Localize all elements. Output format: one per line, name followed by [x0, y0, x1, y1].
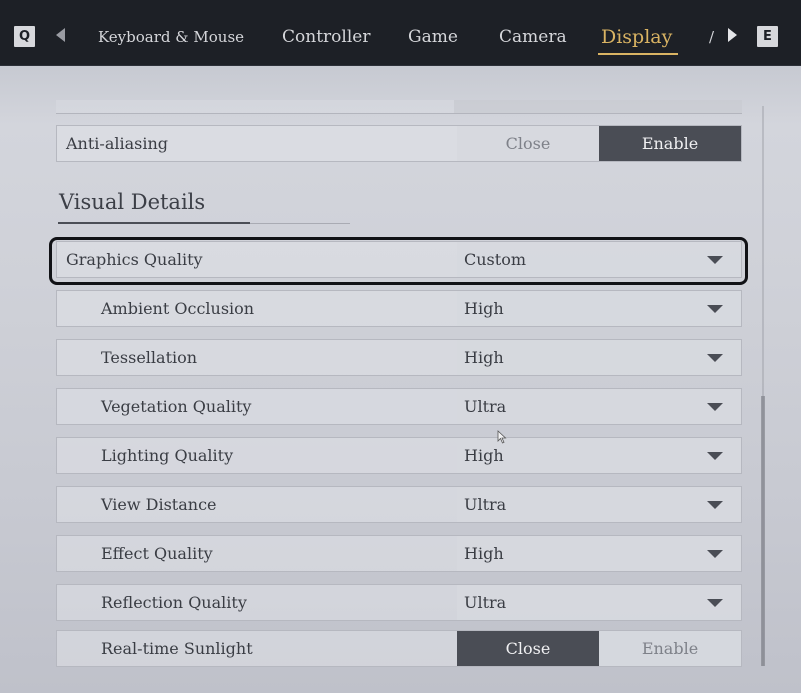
chevron-down-icon [707, 452, 723, 460]
realtime-sunlight-enable-option[interactable]: Enable [599, 631, 741, 666]
realtime-sunlight-close-option[interactable]: Close [457, 631, 599, 666]
vegetation-quality-value: Ultra [464, 397, 507, 416]
chevron-down-icon [707, 501, 723, 509]
reflection-quality-row[interactable]: Reflection Quality Ultra [56, 584, 742, 621]
section-divider-thin [250, 223, 350, 224]
effect-quality-label: Effect Quality [101, 544, 213, 563]
realtime-sunlight-row: Real-time Sunlight Close Enable [56, 630, 742, 667]
ambient-occlusion-value: High [464, 299, 504, 318]
chevron-down-icon [707, 599, 723, 607]
view-distance-label: View Distance [101, 495, 217, 514]
reflection-quality-dropdown[interactable]: Ultra [457, 585, 741, 620]
vegetation-quality-dropdown[interactable]: Ultra [457, 389, 741, 424]
scrollbar-thumb[interactable] [761, 396, 765, 666]
view-distance-value: Ultra [464, 495, 507, 514]
reflection-quality-label: Reflection Quality [101, 593, 247, 612]
tessellation-dropdown[interactable]: High [457, 340, 741, 375]
chevron-down-icon [707, 403, 723, 411]
section-title: Visual Details [59, 190, 206, 214]
vegetation-quality-label: Vegetation Quality [101, 397, 252, 416]
section-divider [58, 222, 250, 224]
highlight-outline [49, 237, 748, 285]
tessellation-value: High [464, 348, 504, 367]
tab-keyboard-mouse[interactable]: Keyboard & Mouse [98, 22, 244, 52]
tab-controller[interactable]: Controller [282, 22, 370, 52]
chevron-down-icon [707, 354, 723, 362]
effect-quality-dropdown[interactable]: High [457, 536, 741, 571]
next-tab-key[interactable]: E [757, 26, 778, 47]
tessellation-label: Tessellation [101, 348, 198, 367]
effect-quality-value: High [464, 544, 504, 563]
reflection-quality-value: Ultra [464, 593, 507, 612]
tab-game[interactable]: Game [408, 22, 458, 52]
anti-aliasing-close-option[interactable]: Close [457, 126, 599, 161]
realtime-sunlight-label: Real-time Sunlight [101, 639, 253, 658]
vegetation-quality-row[interactable]: Vegetation Quality Ultra [56, 388, 742, 425]
arrow-right-icon[interactable] [728, 28, 737, 42]
tab-next-clipped[interactable]: / [709, 22, 717, 52]
prev-tab-key[interactable]: Q [14, 26, 35, 47]
ambient-occlusion-row[interactable]: Ambient Occlusion High [56, 290, 742, 327]
view-distance-row[interactable]: View Distance Ultra [56, 486, 742, 523]
previous-row-partial [56, 100, 742, 114]
effect-quality-row[interactable]: Effect Quality High [56, 535, 742, 572]
ambient-occlusion-label: Ambient Occlusion [101, 299, 255, 318]
arrow-left-icon[interactable] [56, 28, 65, 42]
settings-panel: Anti-aliasing Close Enable Visual Detail… [0, 66, 801, 693]
tab-display[interactable]: Display [601, 22, 672, 52]
chevron-down-icon [707, 305, 723, 313]
lighting-quality-row[interactable]: Lighting Quality High [56, 437, 742, 474]
ambient-occlusion-dropdown[interactable]: High [457, 291, 741, 326]
tessellation-row[interactable]: Tessellation High [56, 339, 742, 376]
chevron-down-icon [707, 550, 723, 558]
settings-tab-bar: Q Keyboard & Mouse Controller Game Camer… [0, 0, 801, 66]
lighting-quality-label: Lighting Quality [101, 446, 234, 465]
anti-aliasing-label: Anti-aliasing [66, 134, 168, 153]
view-distance-dropdown[interactable]: Ultra [457, 487, 741, 522]
tab-camera[interactable]: Camera [499, 22, 567, 52]
anti-aliasing-row: Anti-aliasing Close Enable [56, 125, 742, 162]
anti-aliasing-enable-option[interactable]: Enable [599, 126, 741, 161]
active-tab-indicator [598, 53, 678, 55]
mouse-cursor-icon [497, 430, 507, 444]
